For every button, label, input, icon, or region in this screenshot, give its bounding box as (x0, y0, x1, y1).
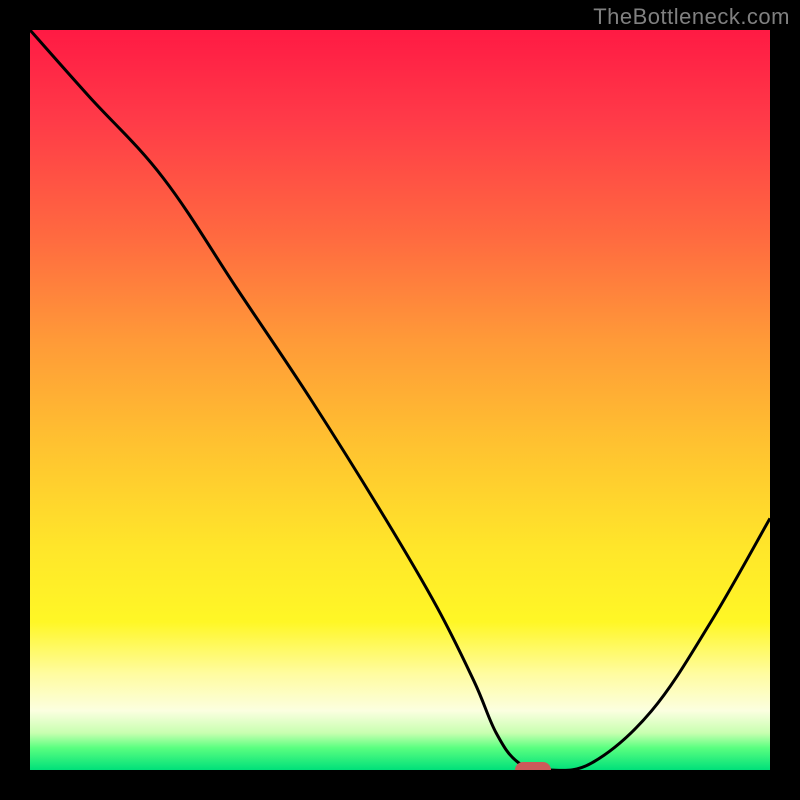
chart-frame: TheBottleneck.com (0, 0, 800, 800)
curve-svg (30, 30, 770, 770)
bottleneck-curve-path (30, 30, 770, 770)
plot-area (30, 30, 770, 770)
optimal-marker (515, 762, 551, 770)
watermark-label: TheBottleneck.com (593, 4, 790, 30)
